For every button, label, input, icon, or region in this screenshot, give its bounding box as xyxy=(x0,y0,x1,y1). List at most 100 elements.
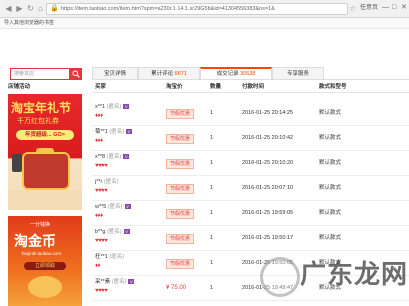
promo-subline: 千万红包礼券 xyxy=(17,118,59,125)
col-header-price: 淘宝价 xyxy=(166,84,183,90)
anonymous-tag: (匿名) xyxy=(106,104,122,110)
anonymous-tag: (匿名) xyxy=(103,179,119,185)
table-row: x**8 (匿名) V ♥♥♥♥ 节假优惠 1 2016-01-25 20:10:… xyxy=(92,151,409,176)
price-badge: 节假优惠 xyxy=(166,209,195,219)
new-year-promo-banner[interactable]: 淘宝年礼节 千万红包礼券 年货超级... GO> xyxy=(8,94,82,210)
tab-label: 专享服务 xyxy=(286,71,309,77)
buyer-name: 菊**1 xyxy=(95,129,108,135)
anonymous-tag: (匿名) xyxy=(111,279,127,285)
style-cell: 默认款式 xyxy=(319,135,342,141)
tab-label: 宝贝详情 xyxy=(103,71,126,77)
close-icon[interactable]: ✕ xyxy=(401,4,407,12)
site-watermark: 广东龙网 xyxy=(260,255,407,297)
piggy-bank-image xyxy=(28,276,62,298)
lock-icon: 🔒 xyxy=(50,5,59,12)
buyer-name: b**g xyxy=(95,229,106,235)
buyer-name: w**5 xyxy=(95,204,107,210)
maximize-icon[interactable]: □ xyxy=(392,4,396,12)
table-row: j**r (匿名) ♥♥♥♥ 节假优惠 1 2016-01-25 20:07:1… xyxy=(92,176,409,201)
promo-go-button[interactable]: 年货超级... GO> xyxy=(16,130,74,140)
style-cell: 默认款式 xyxy=(319,110,342,116)
vip-badge: V xyxy=(123,104,130,110)
vip-badge: V xyxy=(124,204,131,210)
header-divider xyxy=(92,92,409,93)
search-button[interactable] xyxy=(70,68,82,80)
style-cell: 默认款式 xyxy=(319,210,342,216)
home-icon[interactable]: ⌂ xyxy=(36,4,45,13)
table-row: 菊**1 (匿名) V ♦♦♦ 节假优惠 1 2016-01-25 20:10:4… xyxy=(92,126,409,151)
sidebar-title: 店铺活动 xyxy=(8,84,31,90)
search-icon xyxy=(72,70,80,78)
qty-cell: 1 xyxy=(210,260,214,266)
taojinbi-claim-button[interactable]: 立即领取 xyxy=(24,262,66,270)
col-header-time: 付款时间 xyxy=(242,84,265,90)
taojinbi-headline: 淘金币 xyxy=(14,233,56,249)
price-badge: 节假优惠 xyxy=(166,134,195,144)
table-row: b**g (匿名) V ♥♥♥♥ 节假优惠 1 2016-01-25 19:50:… xyxy=(92,226,409,251)
bookmark-import-link[interactable]: 导入其他浏览器的书签 xyxy=(4,20,54,26)
qty-cell: 1 xyxy=(210,285,214,291)
buyer-name: 枉**1 xyxy=(95,254,108,260)
taojinbi-promo-banner[interactable]: 一分钱换 淘金币 Taojinbi taobao.com 立即领取 xyxy=(8,216,82,306)
shop-search-input[interactable]: 搜索本店 xyxy=(10,68,70,80)
anonymous-tag: (匿名) xyxy=(106,229,122,235)
url-text: https://item.taobao.com/item.htm?spm=a23… xyxy=(61,6,275,12)
style-cell: 默认款式 xyxy=(319,235,342,241)
price-badge: 节假优惠 xyxy=(166,259,195,269)
tab-label: 累计评论 xyxy=(151,71,174,77)
browser-toolbar: ◀ ▶ ↻ ⌂ 🔒 https://item.taobao.com/item.h… xyxy=(0,0,409,18)
taojinbi-top-text: 一分钱换 xyxy=(30,222,51,228)
qty-cell: 1 xyxy=(210,185,214,191)
vip-badge: V xyxy=(123,154,130,160)
promo-headline: 淘宝年礼节 xyxy=(11,101,72,115)
buyer-cell: 菊**1 (匿名) V xyxy=(95,129,133,136)
reload-icon[interactable]: ↻ xyxy=(26,4,35,13)
vip-badge: V xyxy=(123,229,130,235)
anonymous-tag: (匿名) xyxy=(106,154,122,160)
tabs-divider xyxy=(92,79,409,80)
credit-rank-icon: ♦♦♦ xyxy=(95,113,103,119)
time-cell: 2016-01-25 19:59:05 xyxy=(242,210,294,216)
buyer-cell: 枉**1 (匿名) xyxy=(95,254,124,261)
table-row: x**1 (匿名) V ♦♦♦ 节假优惠 1 2016-01-25 20:14:2… xyxy=(92,101,409,126)
table-row: w**5 (匿名) V ♦♦♦ 节假优惠 1 2016-01-25 19:59:0… xyxy=(92,201,409,226)
buyer-cell: b**g (匿名) V xyxy=(95,229,130,236)
phone-image xyxy=(12,154,22,172)
credit-rank-icon: ♥♥♥♥ xyxy=(95,288,108,294)
taojinbi-domain: Taojinbi taobao.com xyxy=(21,251,62,256)
watermark-logo-icon xyxy=(260,257,300,297)
buyer-cell: x**1 (匿名) V xyxy=(95,104,130,111)
price-badge: 节假优惠 xyxy=(166,159,195,169)
anonymous-tag: (匿名) xyxy=(109,129,125,135)
buyer-cell: x**8 (匿名) V xyxy=(95,154,130,161)
credit-rank-icon: ♦♦ xyxy=(95,263,101,269)
gift-box-image xyxy=(22,152,70,190)
anonymous-tag: (匿名) xyxy=(107,204,123,210)
watermark-text: 广东龙网 xyxy=(300,259,409,289)
address-bar[interactable]: 🔒 https://item.taobao.com/item.htm?spm=a… xyxy=(46,3,348,15)
minimize-icon[interactable]: — xyxy=(382,4,389,12)
bookmark-star-icon[interactable]: ☆ xyxy=(349,4,356,13)
tab-count: 30638 xyxy=(240,71,256,77)
buyer-cell: j**r (匿名) xyxy=(95,179,119,186)
buyer-name: x**8 xyxy=(95,154,106,160)
buyer-name: x**1 xyxy=(95,104,106,110)
buyer-cell: w**5 (匿名) V xyxy=(95,204,131,211)
price-badge: 节假优惠 xyxy=(166,234,195,244)
forward-icon[interactable]: ▶ xyxy=(15,4,24,13)
credit-rank-icon: ♦♦♦ xyxy=(95,213,103,219)
time-cell: 2016-01-25 20:07:10 xyxy=(242,185,294,191)
buyer-cell: 采**素 (匿名) V xyxy=(95,279,135,286)
price-badge: 节假优惠 xyxy=(166,109,195,119)
col-header-buyer: 买家 xyxy=(95,84,107,90)
tab-label: 成交记录 xyxy=(216,71,239,77)
tab-count: 6671 xyxy=(174,71,187,77)
promo-base xyxy=(8,190,82,210)
back-icon[interactable]: ◀ xyxy=(4,4,13,13)
time-cell: 2016-01-25 20:14:25 xyxy=(242,110,294,116)
qty-cell: 1 xyxy=(210,210,214,216)
qty-cell: 1 xyxy=(210,135,214,141)
vip-badge: V xyxy=(126,129,133,135)
credit-rank-icon: ♥♥♥♥ xyxy=(95,163,108,169)
time-cell: 2016-01-25 20:10:42 xyxy=(242,135,294,141)
